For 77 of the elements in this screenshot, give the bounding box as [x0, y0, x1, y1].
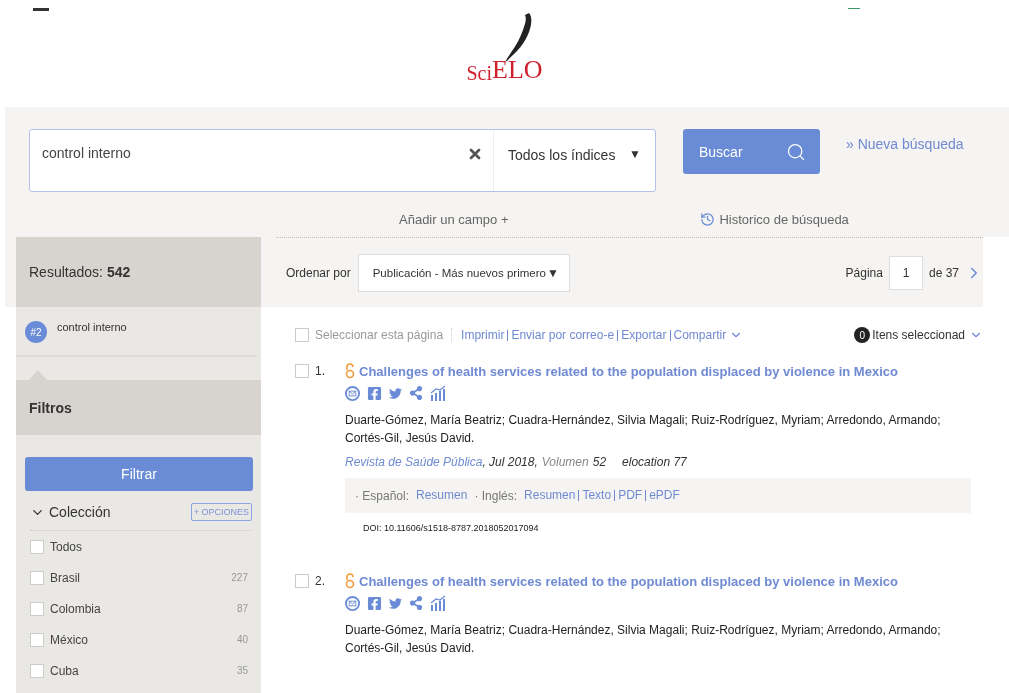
document-link[interactable]: ePDF	[645, 490, 683, 501]
collection-count: 40	[236, 634, 248, 645]
document-link[interactable]: Resumen	[413, 490, 471, 501]
open-access-icon	[345, 363, 355, 379]
facebook-icon[interactable]	[367, 385, 382, 401]
collection-checkbox[interactable]	[30, 601, 44, 616]
language-label: · Español:	[355, 488, 410, 503]
elocation-text: elocation 77	[622, 455, 687, 469]
collection-name[interactable]: Brasil	[50, 570, 80, 585]
selected-label[interactable]: Itens seleccionad	[872, 328, 965, 342]
clear-icon[interactable]	[467, 146, 483, 162]
facebook-icon[interactable]	[367, 595, 382, 611]
document-link[interactable]: Resumen	[521, 490, 579, 501]
collection-toggle[interactable]: Colección	[30, 504, 111, 520]
page-label: Página	[845, 265, 883, 280]
history-icon	[700, 212, 716, 227]
result-checkbox[interactable]	[295, 364, 309, 378]
query-badge[interactable]: #2	[25, 321, 47, 343]
article-title-link[interactable]: Challenges of health services related to the population displaced by violence in Mexico	[359, 573, 898, 589]
select-page-label[interactable]: Seleccionar esta página	[315, 328, 453, 342]
index-dropdown[interactable]: Todos los índices ▼	[493, 130, 655, 191]
action-link[interactable]: Imprimir	[458, 329, 508, 341]
date-text: , Jul 2018,	[482, 455, 538, 469]
add-field-link[interactable]: Añadir un campo +	[399, 212, 509, 227]
collection-checkbox[interactable]	[30, 632, 44, 647]
chart-icon[interactable]	[430, 385, 446, 401]
options-button[interactable]: + OPCIONES	[190, 503, 252, 521]
volume-label: Volumen	[541, 455, 589, 469]
collection-name[interactable]: Colombia	[50, 601, 101, 616]
collection-count: 35	[236, 665, 248, 676]
action-link[interactable]: Enviar por correo-e	[507, 329, 618, 341]
collection-count: 87	[236, 603, 248, 614]
scielo-logo[interactable]: SciELO	[464, 8, 545, 99]
collection-name[interactable]: Todos	[50, 539, 83, 554]
open-access-icon	[345, 573, 355, 589]
language-label: · Inglés:	[474, 488, 518, 503]
twitter-icon[interactable]	[389, 596, 402, 610]
action-link[interactable]: Exportar	[617, 329, 670, 341]
search-icon	[786, 141, 806, 162]
selected-count: 0	[854, 327, 871, 343]
query-text[interactable]: control interno	[57, 321, 127, 355]
share-icon[interactable]	[409, 386, 423, 400]
collection-name[interactable]: México	[50, 632, 88, 647]
collection-checkbox[interactable]	[30, 539, 44, 554]
doi-text: DOI: 10.11606/s1518-8787.2018052017094	[363, 523, 540, 533]
filter-button[interactable]: Filtrar	[25, 457, 253, 491]
result-checkbox[interactable]	[295, 574, 309, 588]
page-total: de 37	[928, 265, 959, 280]
share-icon[interactable]	[409, 596, 423, 610]
volume-text: 52	[592, 455, 607, 469]
email-icon[interactable]	[345, 595, 360, 611]
new-search-link[interactable]: » Nueva búsqueda	[846, 136, 964, 152]
document-link[interactable]: PDF	[614, 490, 646, 501]
chart-icon[interactable]	[430, 595, 446, 611]
search-button[interactable]: Buscar	[683, 129, 820, 174]
search-field[interactable]: control interno Todos los índices ▼	[29, 129, 656, 192]
results-label: Resultados:	[29, 264, 103, 280]
result-number: 2.	[315, 574, 325, 588]
action-link[interactable]: Compartir	[669, 329, 730, 341]
collection-checkbox[interactable]	[30, 663, 44, 678]
collection-name[interactable]: Cuba	[50, 663, 79, 678]
email-icon[interactable]	[345, 385, 360, 401]
select-page-checkbox[interactable]	[295, 328, 309, 342]
document-link[interactable]: Texto	[578, 490, 615, 501]
filters-title: Filtros	[16, 380, 261, 435]
page-field[interactable]: 1	[888, 255, 923, 290]
twitter-icon[interactable]	[389, 386, 402, 400]
authors-text: Duarte-Gómez, María Beatriz; Cuadra-Hernández, Silvia Magali; Ruiz-Rodríguez, Myriam; Arredondo, Armando; Cortés-Gil, Jesús David.	[345, 412, 942, 447]
sort-dropdown[interactable]: Publicación - Más nuevos primero▼	[357, 253, 570, 292]
authors-text: Duarte-Gómez, María Beatriz; Cuadra-Hernández, Silvia Magali; Ruiz-Rodríguez, Myriam; Arredondo, Armando; Cortés-Gil, Jesús David.	[345, 622, 942, 657]
search-history-link[interactable]: Historico de búsqueda	[700, 212, 849, 227]
collection-count: 227	[231, 572, 248, 583]
sort-label: Ordenar por	[286, 265, 351, 280]
article-title-link[interactable]: Challenges of health services related to the population displaced by violence in Mexico	[359, 363, 898, 379]
collection-checkbox[interactable]	[30, 570, 44, 585]
results-count: 542	[106, 264, 131, 280]
result-number: 1.	[315, 364, 325, 378]
